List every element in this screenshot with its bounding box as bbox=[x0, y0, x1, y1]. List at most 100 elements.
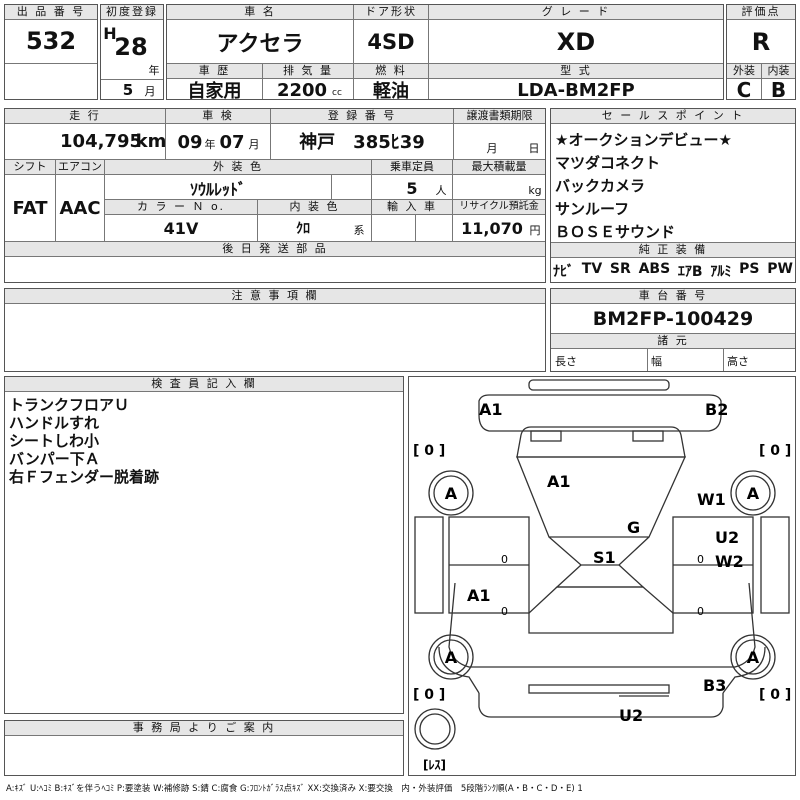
color-label: 外 装 色 bbox=[105, 160, 371, 175]
vehicle-info-box: 車 名 ドア形状 グ レ ー ド アクセラ 4SD XD 車 歴 排 気 量 燃… bbox=[166, 4, 724, 102]
capacity-unit: 人 bbox=[435, 184, 447, 197]
load-label: 最大積載量 bbox=[453, 160, 545, 175]
transfer-label: 譲渡書類期限 bbox=[454, 109, 545, 124]
recycle-unit: 円 bbox=[529, 224, 541, 237]
equipment-item: ABS bbox=[638, 261, 671, 277]
shift-label: シフト bbox=[5, 160, 55, 175]
equipment-item: SR bbox=[609, 261, 631, 277]
chassis-number: BM2FP-100429 bbox=[592, 308, 754, 330]
inspection-month-unit: 月 bbox=[248, 138, 260, 151]
ac-label: エアコン bbox=[56, 160, 104, 175]
score: R bbox=[751, 28, 771, 56]
grade: XD bbox=[556, 28, 596, 56]
tire-grade: A bbox=[747, 648, 760, 667]
score-label: 評価点 bbox=[727, 5, 795, 20]
length-label: 長さ bbox=[555, 355, 577, 368]
trunk-shape bbox=[478, 394, 722, 432]
interior-grade: B bbox=[770, 78, 787, 102]
equipment-item: ｴｱB bbox=[677, 264, 703, 280]
tire-depth: [ 0 ] bbox=[413, 687, 445, 703]
spare-tire-label: [ﾚｽ] bbox=[423, 758, 446, 772]
cabin-shape bbox=[516, 456, 687, 538]
damage-mark: S1 bbox=[593, 548, 616, 567]
lot-box: 出 品 番 号 532 bbox=[4, 4, 98, 100]
recycle-fee: 11,070 bbox=[461, 218, 523, 238]
spec-label: 諸 元 bbox=[551, 334, 795, 349]
sales-point-item: ★オークションデビュー★ bbox=[555, 131, 732, 149]
transfer-day: 日 bbox=[528, 142, 540, 155]
chassis-box: 車 台 番 号 BM2FP-100429 諸 元 長さ 幅 高さ bbox=[550, 288, 796, 372]
equipment-item: ｱﾙﾐ bbox=[710, 264, 732, 280]
first-reg-label: 初度登録 bbox=[101, 5, 163, 20]
car-name: アクセラ bbox=[216, 32, 304, 57]
tire-depth: [ 0 ] bbox=[759, 687, 791, 703]
exterior-color: ｿｳﾙﾚｯﾄﾞ bbox=[189, 180, 246, 199]
tread-mark: 0 bbox=[501, 553, 508, 566]
model-label: 型 式 bbox=[429, 64, 723, 79]
tire-depth: [ 0 ] bbox=[759, 443, 791, 459]
mileage: 104,795 bbox=[60, 130, 142, 152]
plate-number: 神戸 385ﾋ39 bbox=[299, 132, 425, 153]
front-bumper-shape bbox=[478, 693, 724, 718]
interior-color-label: 内 装 色 bbox=[258, 200, 371, 215]
spare-tire-shape bbox=[414, 708, 456, 750]
score-box: 評価点 R 外装 内装 C B bbox=[726, 4, 796, 102]
shift-type: FAT bbox=[12, 197, 48, 219]
reg-year: 28 bbox=[114, 33, 148, 61]
exterior-grade: C bbox=[736, 78, 752, 102]
damage-mark: U2 bbox=[619, 706, 643, 725]
capacity: 5 bbox=[406, 178, 418, 198]
right-sill bbox=[760, 516, 790, 614]
mileage-unit: km bbox=[135, 130, 167, 152]
sales-point-item: ＢＯＳＥサウンド bbox=[555, 223, 676, 241]
door-type: 4SD bbox=[367, 30, 415, 54]
caution-box: 注 意 事 項 欄 bbox=[4, 288, 546, 372]
damage-mark: W1 bbox=[697, 490, 726, 509]
left-sill bbox=[414, 516, 444, 614]
equipment-item: PS bbox=[739, 261, 760, 277]
damage-mark: A1 bbox=[547, 472, 571, 491]
ac-type: AAC bbox=[59, 197, 101, 219]
damage-mark: B3 bbox=[703, 676, 726, 695]
caution-label: 注 意 事 項 欄 bbox=[5, 289, 545, 304]
tread-mark: 0 bbox=[697, 605, 704, 618]
reg-month: 5 bbox=[122, 81, 134, 99]
interior-color: ｸﾛ bbox=[296, 221, 310, 237]
month-unit: 月 bbox=[144, 85, 156, 98]
details-box: 走 行 車 検 登 録 番 号 譲渡書類期限 104,795 km 09 年 0… bbox=[4, 108, 546, 283]
first-registration-box: 初度登録 H 28 年 5 月 bbox=[100, 4, 164, 100]
recycle-label: リサイクル預託金 bbox=[453, 200, 545, 215]
import-label: 輸 入 車 bbox=[372, 200, 452, 215]
tire-grade: A bbox=[445, 484, 458, 503]
plate-label: 登 録 番 号 bbox=[271, 109, 453, 124]
equipment-label: 純 正 装 備 bbox=[551, 243, 795, 258]
inspection-month: 07 bbox=[219, 131, 245, 153]
damage-mark: W2 bbox=[715, 552, 744, 571]
exterior-label: 外装 bbox=[727, 64, 761, 79]
equipment-item: PW bbox=[767, 261, 793, 277]
chassis-label: 車 台 番 号 bbox=[551, 289, 795, 304]
sales-point-item: サンルーフ bbox=[555, 200, 630, 218]
rear-lamp-left bbox=[530, 430, 562, 442]
damage-mark: A1 bbox=[467, 586, 491, 605]
office-box: 事 務 局 よ り ご 案 内 bbox=[4, 720, 404, 776]
legend-text: A:ｷｽﾞ U:ﾍｺﾐ B:ｷｽﾞを伴うﾍｺﾐ P:要塗装 W:補修跡 S:錆 … bbox=[6, 784, 583, 794]
sales-point-item: バックカメラ bbox=[555, 177, 646, 195]
equipment-item: TV bbox=[581, 261, 603, 277]
windshield-shape bbox=[555, 564, 645, 588]
inspection-year-unit: 年 bbox=[204, 138, 216, 151]
tire-grade: A bbox=[445, 648, 458, 667]
sales-points-box: セ ー ル ス ポ イ ン ト ★オークションデビュー★ マツダコネクト バック… bbox=[550, 108, 796, 283]
displacement-unit: cc bbox=[332, 88, 342, 98]
inspection-label: 車 検 bbox=[166, 109, 270, 124]
rear-bumper-shape bbox=[528, 379, 670, 391]
inspector-box: 検 査 員 記 入 欄 トランクフロアＵ ハンドルすれ シートしわ小 バンパー下… bbox=[4, 376, 404, 714]
front-grille-shape bbox=[528, 684, 670, 694]
displacement-label: 排 気 量 bbox=[263, 64, 353, 79]
damage-mark: G bbox=[627, 518, 640, 537]
damage-mark: A1 bbox=[479, 400, 503, 419]
tire-grade: A bbox=[747, 484, 760, 503]
equipment-list: ﾅﾋﾞ TV SR ABS ｴｱB ｱﾙﾐ PS PW bbox=[553, 261, 793, 281]
width-label: 幅 bbox=[651, 355, 662, 368]
interior-color-unit: 系 bbox=[353, 224, 365, 237]
